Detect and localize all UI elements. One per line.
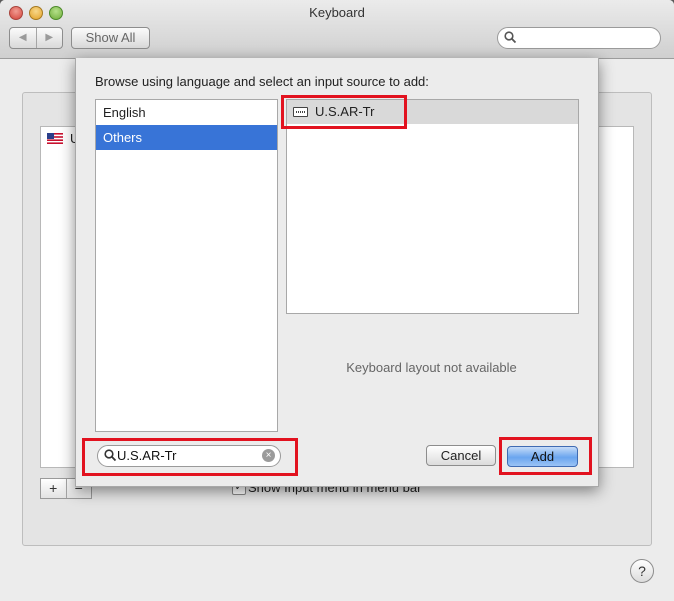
- input-source-results-list: U.S.AR-Tr: [286, 99, 579, 314]
- keyboard-preferences-window: Keyboard ◀ ▶ Show All U + − ✓ Show Input…: [0, 0, 674, 601]
- language-list: English Others: [95, 99, 278, 432]
- us-flag-icon: [47, 133, 63, 144]
- window-title: Keyboard: [309, 5, 365, 20]
- preferences-search-field[interactable]: [497, 27, 661, 49]
- sheet-prompt: Browse using language and select an inpu…: [95, 74, 429, 89]
- language-item-others[interactable]: Others: [96, 125, 277, 150]
- highlight-search-field: [82, 438, 298, 476]
- cancel-button[interactable]: Cancel: [426, 445, 496, 466]
- highlight-source-item: [281, 95, 407, 129]
- forward-button[interactable]: ▶: [37, 28, 63, 48]
- language-item-english[interactable]: English: [96, 100, 277, 125]
- help-button[interactable]: ?: [630, 559, 654, 583]
- search-icon: [504, 31, 517, 44]
- title-bar: Keyboard ◀ ▶ Show All: [0, 0, 674, 59]
- show-all-button[interactable]: Show All: [71, 27, 150, 49]
- layout-status-text: Keyboard layout not available: [346, 360, 517, 375]
- back-forward-control: ◀ ▶: [9, 27, 63, 49]
- highlight-add-button: [499, 437, 592, 475]
- back-button[interactable]: ◀: [10, 28, 37, 48]
- add-input-source-button[interactable]: +: [41, 479, 67, 498]
